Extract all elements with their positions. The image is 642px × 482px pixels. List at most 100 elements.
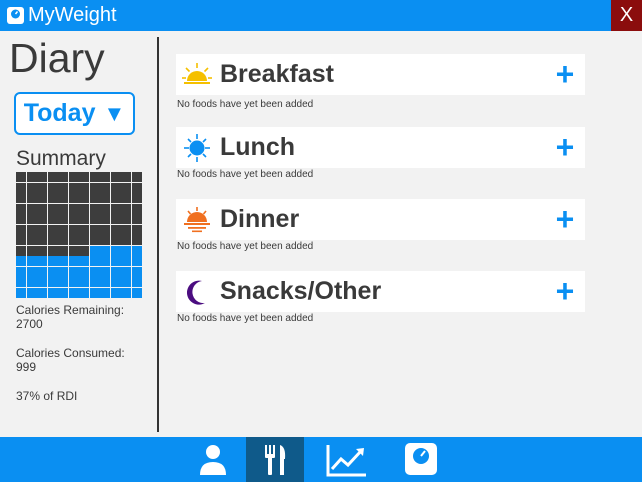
calorie-grid-cell [16, 172, 26, 182]
calorie-grid-cell [121, 203, 131, 214]
calorie-grid-cell [131, 214, 142, 224]
calorie-grid-cell [37, 193, 47, 203]
nav-diary[interactable] [246, 437, 304, 482]
calorie-grid-cell [89, 235, 100, 245]
calorie-grid-cell [68, 214, 79, 224]
calorie-grid-cell [100, 245, 110, 256]
calorie-grid-cell [79, 245, 89, 256]
calorie-grid-cell [100, 224, 110, 235]
calorie-grid-cell [47, 287, 58, 298]
calorie-grid-cell [26, 193, 37, 203]
calorie-grid-cell [16, 203, 26, 214]
nav-profile[interactable] [184, 437, 242, 482]
calorie-grid-cell [100, 256, 110, 266]
person-icon [200, 445, 226, 475]
calorie-grid-cell [89, 245, 100, 256]
calorie-grid-cell [47, 182, 58, 193]
calorie-grid-cell [37, 235, 47, 245]
calorie-grid-cell [121, 266, 131, 277]
calorie-grid-cell [121, 245, 131, 256]
nav-weigh-in[interactable] [392, 437, 450, 482]
calorie-grid-cell [16, 256, 26, 266]
calorie-grid-cell [131, 245, 142, 256]
calories-remaining-label: Calories Remaining: [16, 303, 125, 317]
calorie-grid-cell [58, 193, 68, 203]
scale-app-icon [7, 7, 24, 24]
calories-consumed-value: 999 [16, 360, 37, 374]
close-button[interactable]: X [611, 0, 642, 31]
calorie-grid-cell [79, 277, 89, 287]
page-title: Diary [9, 35, 105, 81]
fork-knife-icon [265, 445, 286, 475]
calorie-grid-cell [131, 287, 142, 298]
calorie-grid-cell [89, 277, 100, 287]
add-snacks-button[interactable]: + [552, 275, 578, 307]
calorie-grid-cell [16, 266, 26, 277]
calorie-grid-cell [26, 214, 37, 224]
calorie-grid-cell [110, 287, 121, 298]
calorie-grid-cell [89, 256, 100, 266]
meal-card-snacks: Snacks/Other + [176, 271, 585, 312]
calorie-grid-cell [131, 182, 142, 193]
calorie-grid-cell [16, 277, 26, 287]
add-dinner-button[interactable]: + [552, 203, 578, 235]
calorie-grid-cell [47, 235, 58, 245]
calorie-grid-cell [89, 172, 100, 182]
calorie-grid [16, 172, 142, 298]
bottom-nav-bar [0, 437, 642, 482]
meal-name-snacks: Snacks/Other [220, 277, 382, 305]
calorie-grid-cell [58, 256, 68, 266]
calorie-grid-cell [16, 235, 26, 245]
calorie-grid-cell [16, 245, 26, 256]
empty-text-snacks: No foods have yet been added [177, 313, 314, 324]
calorie-grid-cell [58, 235, 68, 245]
calorie-grid-cell [110, 245, 121, 256]
calorie-grid-cell [68, 287, 79, 298]
calorie-grid-cell [131, 277, 142, 287]
calorie-grid-cell [121, 214, 131, 224]
calorie-grid-cell [68, 182, 79, 193]
calorie-grid-cell [37, 224, 47, 235]
calorie-grid-cell [37, 287, 47, 298]
calorie-grid-cell [26, 235, 37, 245]
date-selector-value: Today [23, 99, 96, 127]
calorie-grid-cell [37, 203, 47, 214]
calorie-grid-cell [131, 256, 142, 266]
calorie-grid-cell [26, 203, 37, 214]
sidebar-divider [157, 37, 159, 432]
sunrise-icon [182, 63, 212, 84]
date-selector[interactable]: Today ▼ [14, 92, 135, 135]
calorie-grid-cell [58, 277, 68, 287]
calorie-grid-cell [79, 235, 89, 245]
calorie-grid-cell [47, 266, 58, 277]
calorie-grid-cell [79, 214, 89, 224]
calorie-grid-cell [16, 193, 26, 203]
meal-name-dinner: Dinner [220, 205, 300, 233]
calorie-grid-cell [79, 182, 89, 193]
moon-icon [186, 280, 205, 305]
calorie-grid-cell [68, 224, 79, 235]
calorie-grid-cell [89, 203, 100, 214]
calorie-grid-cell [58, 214, 68, 224]
calorie-grid-cell [37, 245, 47, 256]
calorie-grid-cell [68, 203, 79, 214]
empty-text-lunch: No foods have yet been added [177, 169, 314, 180]
calorie-grid-cell [110, 266, 121, 277]
calorie-grid-cell [79, 193, 89, 203]
summary-title: Summary [16, 147, 106, 170]
nav-progress[interactable] [317, 437, 375, 482]
calorie-grid-cell [121, 277, 131, 287]
calorie-grid-cell [110, 256, 121, 266]
calorie-grid-cell [121, 193, 131, 203]
calorie-grid-cell [47, 256, 58, 266]
calorie-grid-cell [47, 203, 58, 214]
add-lunch-button[interactable]: + [552, 131, 578, 163]
calorie-grid-cell [100, 182, 110, 193]
calorie-grid-cell [47, 277, 58, 287]
add-breakfast-button[interactable]: + [552, 58, 578, 90]
calorie-grid-cell [110, 277, 121, 287]
rdi-text: 37% of RDI [16, 389, 78, 403]
calorie-grid-cell [131, 172, 142, 182]
calorie-grid-cell [100, 235, 110, 245]
calorie-grid-cell [37, 214, 47, 224]
